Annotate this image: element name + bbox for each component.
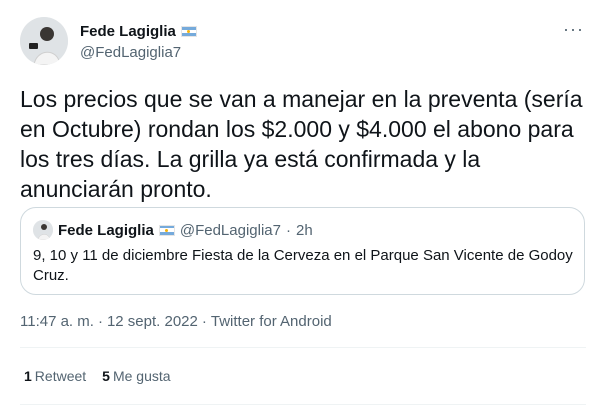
tweet-meta: 11:47 a. m. · 12 sept. 2022 · Twitter fo…: [20, 313, 332, 330]
avatar[interactable]: [20, 17, 68, 65]
more-options-icon[interactable]: ···: [563, 20, 584, 38]
quoted-header: Fede Lagiglia @FedLagiglia7 · 2h: [33, 220, 313, 240]
author-name[interactable]: Fede Lagiglia: [80, 23, 176, 40]
retweets-label: Retweet: [34, 368, 87, 384]
retweets-stat[interactable]: 1 Retweet: [24, 368, 86, 384]
tweet-text: Los precios que se van a manejar en la p…: [20, 86, 583, 202]
quoted-author-handle: @FedLagiglia7: [179, 221, 281, 239]
tweet-source[interactable]: Twitter for Android: [211, 313, 332, 330]
quoted-text: 9, 10 y 11 de diciembre Fiesta de la Cer…: [33, 247, 573, 284]
quoted-tweet[interactable]: Fede Lagiglia @FedLagiglia7 · 2h 9, 10 y…: [20, 207, 585, 295]
tweet-stats: 1 Retweet 5 Me gusta: [24, 368, 171, 384]
likes-label: Me gusta: [112, 368, 171, 384]
likes-stat[interactable]: 5 Me gusta: [102, 368, 170, 384]
quoted-author-name: Fede Lagiglia: [58, 221, 154, 239]
meta-separator: ·: [97, 313, 103, 330]
quoted-separator: ·: [286, 221, 291, 239]
likes-count: 5: [102, 368, 110, 384]
author-row: Fede Lagiglia: [80, 23, 197, 40]
argentina-flag-icon: [158, 224, 175, 236]
tweet-date[interactable]: 12 sept. 2022: [107, 313, 198, 330]
tweet-time[interactable]: 11:47 a. m.: [20, 313, 94, 330]
meta-separator: ·: [201, 313, 207, 330]
divider: [20, 404, 586, 405]
argentina-flag-icon: [180, 26, 197, 37]
author-handle[interactable]: @FedLagiglia7: [80, 44, 181, 61]
divider: [20, 347, 586, 348]
quoted-time: 2h: [296, 221, 313, 239]
retweets-count: 1: [24, 368, 32, 384]
quoted-avatar: [33, 220, 53, 240]
